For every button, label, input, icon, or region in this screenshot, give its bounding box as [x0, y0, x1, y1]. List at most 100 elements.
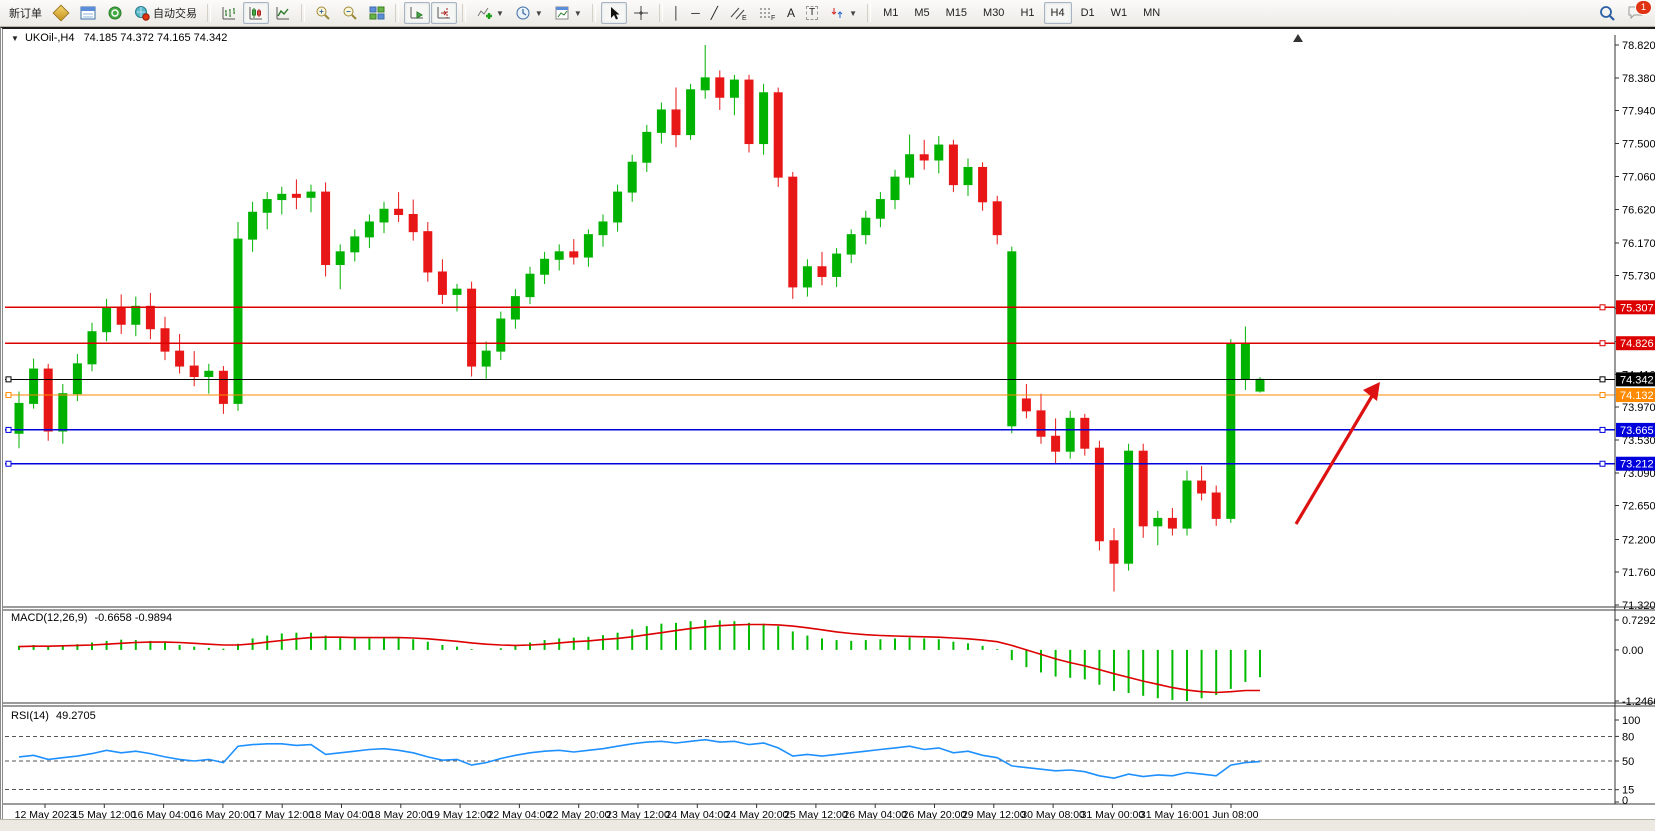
price-tick: 71.760 — [1622, 567, 1655, 579]
line-handle[interactable] — [6, 377, 11, 382]
timeframe-mn-button[interactable]: MN — [1136, 2, 1167, 24]
equidistant-channel-icon: E — [729, 5, 747, 21]
cursor-icon — [606, 5, 622, 21]
templates-button[interactable]: ▼ — [549, 2, 587, 24]
timeframe-w1-button[interactable]: W1 — [1104, 2, 1135, 24]
candlestick-chart-icon — [248, 5, 264, 21]
line-handle[interactable] — [1600, 377, 1605, 382]
timeframe-m15-button[interactable]: M15 — [939, 2, 974, 24]
line-handle[interactable] — [1600, 393, 1605, 398]
trend-line-icon: ╱ — [711, 7, 718, 19]
chart-shift-icon — [436, 5, 452, 21]
fibonacci-button[interactable]: F — [753, 2, 781, 24]
candlesticks — [15, 45, 1264, 592]
auto-trading-button[interactable]: 自动交易 — [129, 2, 202, 24]
toolbar-separator — [395, 4, 399, 22]
horizontal-line[interactable] — [5, 461, 1615, 466]
navigator-button[interactable] — [102, 2, 128, 24]
tile-windows-button[interactable] — [364, 2, 390, 24]
line-chart-icon — [275, 5, 291, 21]
search-button[interactable] — [1594, 2, 1621, 24]
price-tick: 77.940 — [1622, 106, 1655, 118]
price-tick: 76.170 — [1622, 238, 1655, 250]
horizontal-line[interactable] — [5, 341, 1615, 346]
trend-arrow-annotation[interactable] — [1296, 382, 1380, 524]
chat-button[interactable]: 1 — [1627, 5, 1645, 21]
toolbar-separator — [462, 4, 466, 22]
line-handle[interactable] — [6, 427, 11, 432]
timeframe-m5-button[interactable]: M5 — [907, 2, 936, 24]
chart-canvas[interactable]: 78.82078.38077.94077.50077.06076.62076.1… — [3, 29, 1655, 821]
indicators-button[interactable]: ▼ — [471, 2, 509, 24]
new-order-label: 新订单 — [9, 5, 42, 21]
fibonacci-icon: F — [758, 5, 776, 21]
rsi-tick: 50 — [1622, 756, 1634, 768]
line-handle[interactable] — [1600, 341, 1605, 346]
auto-scroll-icon — [409, 5, 425, 21]
navigator-icon — [107, 5, 123, 21]
zoom-in-button[interactable] — [310, 2, 336, 24]
timeframe-d1-button[interactable]: D1 — [1074, 2, 1102, 24]
chevron-down-icon: ▼ — [574, 9, 582, 18]
search-icon — [1599, 5, 1616, 22]
timeframe-m1-button[interactable]: M1 — [876, 2, 905, 24]
gold-button[interactable] — [48, 2, 74, 24]
text-label-button[interactable]: T — [801, 2, 823, 24]
price-tag: 74.342 — [1616, 372, 1655, 386]
line-handle[interactable] — [1600, 427, 1605, 432]
arrows-icon — [829, 5, 845, 21]
toolbar-separator — [659, 4, 663, 22]
chevron-down-icon: ▼ — [535, 9, 543, 18]
zoom-out-icon — [342, 5, 358, 21]
horizontal-line[interactable] — [5, 427, 1615, 432]
market-watch-button[interactable] — [75, 2, 101, 24]
horizontal-line[interactable] — [5, 377, 1615, 382]
bar-chart-button[interactable] — [216, 2, 242, 24]
equidistant-channel-button[interactable]: E — [724, 2, 752, 24]
new-order-button[interactable]: 新订单 — [4, 2, 47, 24]
line-handle[interactable] — [6, 393, 11, 398]
svg-text:74.826: 74.826 — [1620, 338, 1654, 350]
horizontal-line-button[interactable]: ─ — [686, 2, 705, 24]
timeframe-h1-button[interactable]: H1 — [1013, 2, 1041, 24]
candlestick-chart-button[interactable] — [243, 2, 269, 24]
timeframe-h4-button[interactable]: H4 — [1044, 2, 1072, 24]
trend-line-button[interactable]: ╱ — [706, 2, 723, 24]
horizontal-line-icon: ─ — [691, 7, 700, 19]
crosshair-button[interactable] — [628, 2, 654, 24]
vertical-line-button[interactable]: │ — [668, 2, 686, 24]
svg-text:74.132: 74.132 — [1620, 390, 1654, 402]
price-tick: 77.060 — [1622, 171, 1655, 183]
price-tick: 72.200 — [1622, 534, 1655, 546]
periods-button[interactable]: ▼ — [510, 2, 548, 24]
line-chart-button[interactable] — [270, 2, 296, 24]
cursor-button[interactable] — [601, 2, 627, 24]
line-handle[interactable] — [1600, 461, 1605, 466]
line-handle[interactable] — [1600, 305, 1605, 310]
timeframe-m30-button[interactable]: M30 — [976, 2, 1011, 24]
macd-signal-line — [19, 625, 1260, 693]
arrows-button[interactable]: ▼ — [824, 2, 862, 24]
gold-icon — [53, 5, 70, 22]
rsi-tick: 80 — [1622, 731, 1634, 743]
svg-text:74.342: 74.342 — [1620, 374, 1654, 386]
price-tick: 75.730 — [1622, 271, 1655, 283]
periods-icon — [515, 5, 531, 21]
svg-text:E: E — [742, 15, 747, 21]
chevron-down-icon: ▼ — [849, 9, 857, 18]
chevron-down-icon: ▼ — [496, 9, 504, 18]
price-tick: 78.380 — [1622, 73, 1655, 85]
horizontal-line[interactable] — [5, 305, 1615, 310]
zoom-in-icon — [315, 5, 331, 21]
price-axis: 78.82078.38077.94077.50077.06076.62076.1… — [1615, 40, 1655, 612]
zoom-out-button[interactable] — [337, 2, 363, 24]
text-label-icon: T — [806, 6, 818, 20]
price-tag: 74.826 — [1616, 336, 1655, 350]
price-tag: 73.665 — [1616, 423, 1655, 437]
text-button[interactable]: A — [782, 2, 800, 24]
auto-trading-icon — [134, 5, 150, 21]
status-bar — [0, 819, 1655, 831]
line-handle[interactable] — [6, 461, 11, 466]
auto-scroll-button[interactable] — [404, 2, 430, 24]
chart-shift-button[interactable] — [431, 2, 457, 24]
